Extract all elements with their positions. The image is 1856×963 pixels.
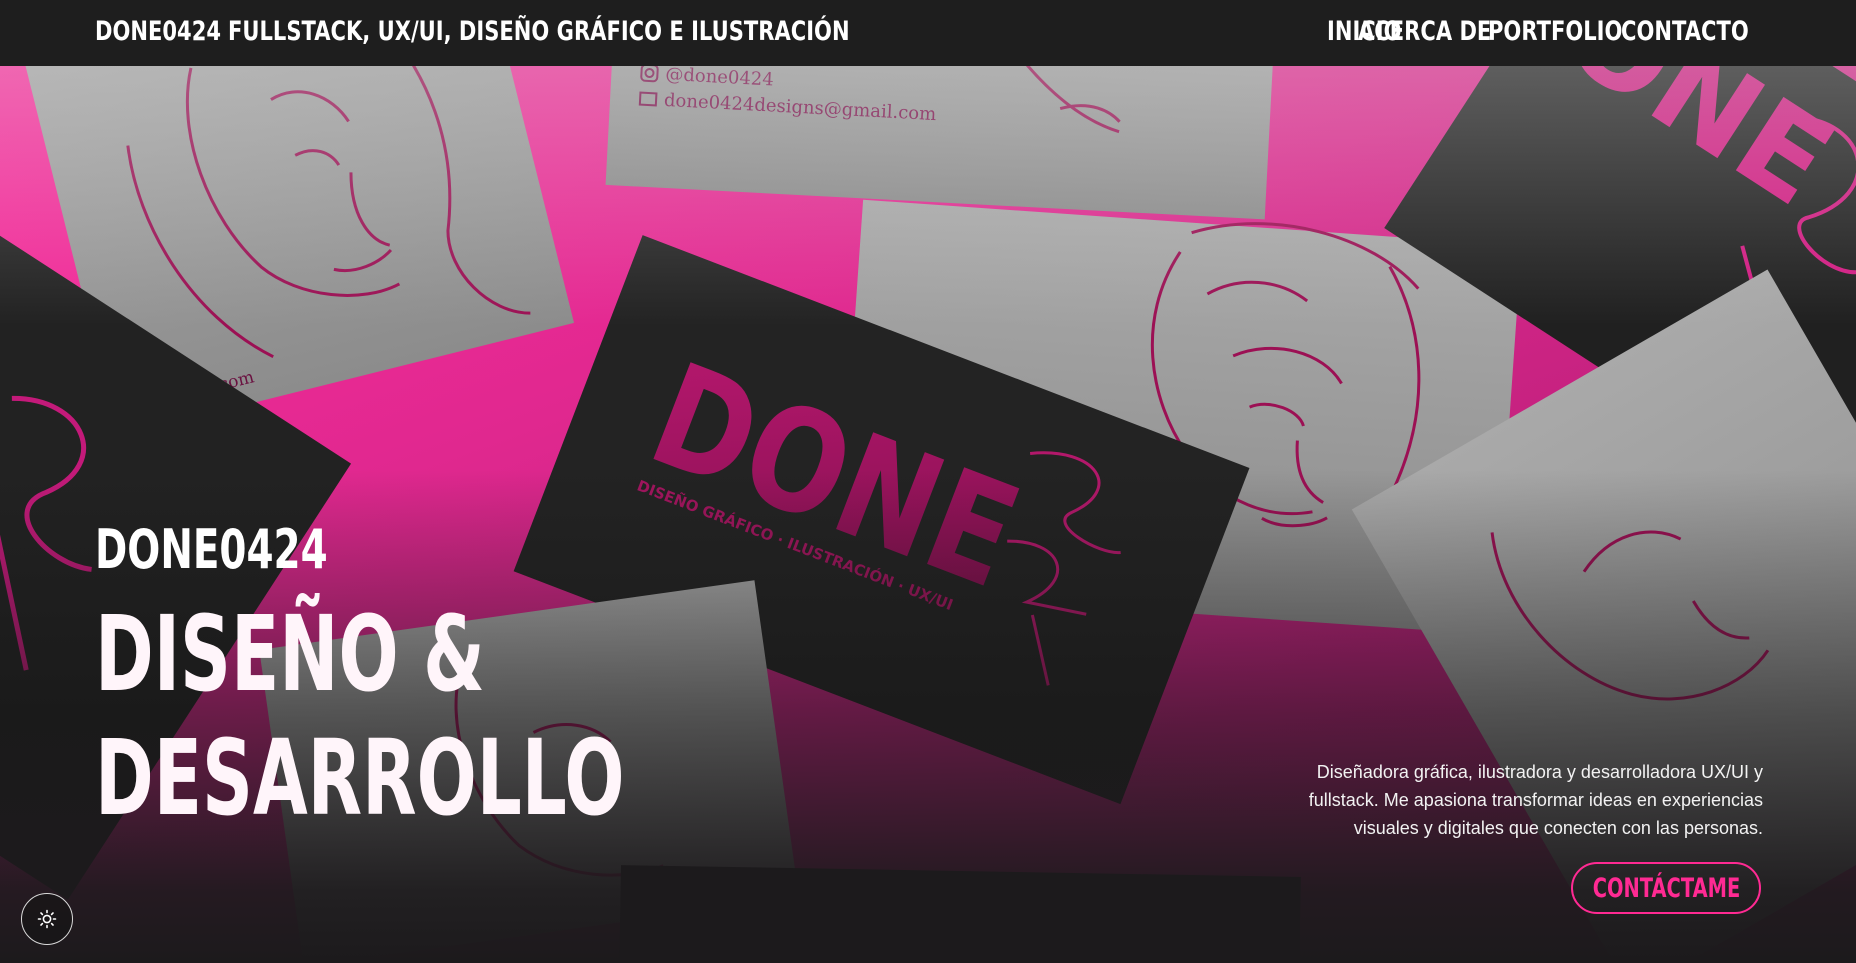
hero-description: Diseñadora gráfica, ilustradora y desarr… [1308,762,1763,838]
gray-card-contact: @done0424 done0424designs@gmail.com [605,66,1276,220]
hero-title: DISEÑO & DESARROLLO [95,592,624,840]
brand-logo-link[interactable]: DONE0424 [95,16,221,47]
dark-card-bottom [618,865,1301,963]
contact-cta-label: CONTÁCTAME [1592,872,1740,904]
nav-link-contacto[interactable]: CONTACTO [1621,16,1749,47]
hero-title-line-1: DISEÑO & [95,593,485,715]
contact-cta-button[interactable]: CONTÁCTAME [1571,862,1761,914]
hero-brand: DONE0424 [95,518,328,581]
site-tagline: FULLSTACK, UX/UI, DISEÑO GRÁFICO E ILUST… [228,16,850,47]
hero-title-line-2: DESARROLLO [95,717,625,839]
nav-link-acerca-de[interactable]: ACERCA DE [1358,16,1491,47]
top-navigation: DONE0424 FULLSTACK, UX/UI, DISEÑO GRÁFIC… [0,0,1856,66]
theme-toggle-button[interactable] [21,893,73,945]
sun-icon [37,909,57,929]
nav-link-portfolio[interactable]: PORTFOLIO [1488,16,1622,47]
